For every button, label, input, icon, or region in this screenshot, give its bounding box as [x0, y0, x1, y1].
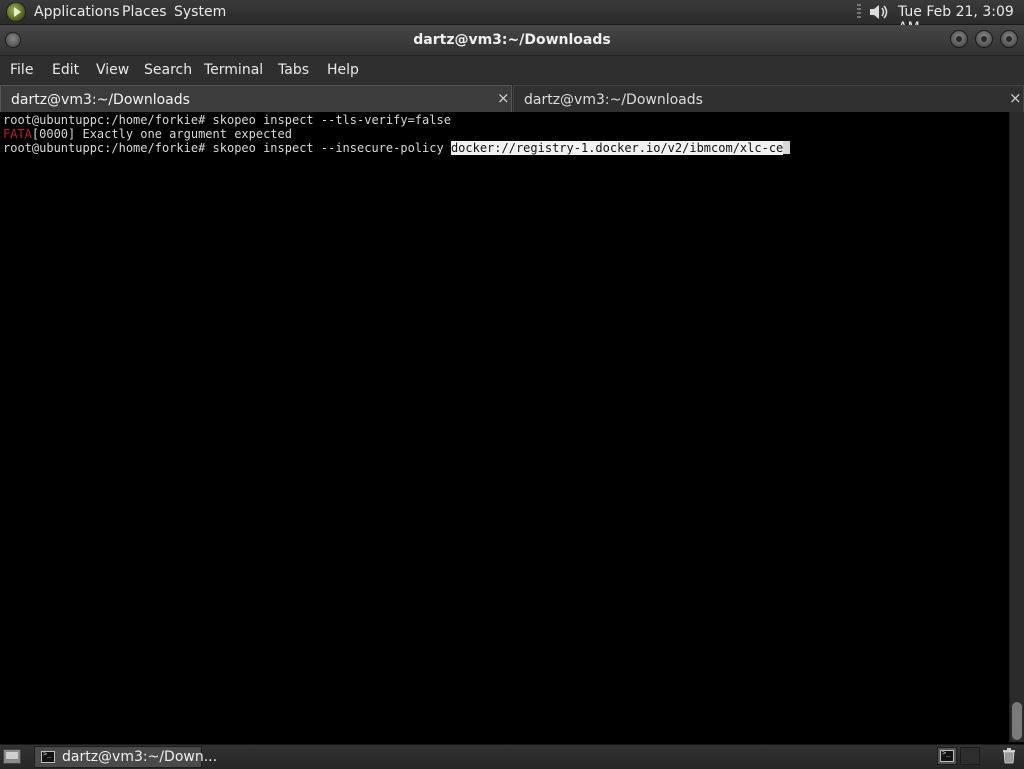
terminal-output[interactable]: root@ubuntuppc:/home/forkie# skopeo insp…: [0, 112, 1009, 742]
menu-tabs[interactable]: Tabs: [278, 62, 309, 78]
scrollbar-thumb[interactable]: [1012, 702, 1022, 740]
top-panel: Applications Places System Tue Feb 21, 3…: [0, 0, 1024, 36]
tab-downloads-1[interactable]: dartz@vm3:~/Downloads ×: [0, 85, 512, 112]
terminal-icon: [940, 749, 954, 762]
terminal-line: FATA[0000] Exactly one argument expected: [3, 127, 292, 141]
bottom-panel: dartz@vm3:~/Down...: [0, 744, 1024, 769]
tab-bar: dartz@vm3:~/Downloads × dartz@vm3:~/Down…: [0, 84, 1024, 112]
close-window-button[interactable]: [1000, 30, 1018, 48]
applications-menu[interactable]: Applications: [34, 4, 120, 20]
menubar: File Edit View Search Terminal Tabs Help: [0, 56, 1024, 84]
places-menu[interactable]: Places: [122, 4, 167, 20]
window-title: dartz@vm3:~/Downloads: [413, 32, 611, 48]
show-desktop-icon[interactable]: [3, 749, 21, 764]
workspace-2[interactable]: [960, 747, 980, 765]
menu-view[interactable]: View: [96, 62, 129, 78]
error-message: [0000] Exactly one argument expected: [31, 127, 292, 141]
menu-file[interactable]: File: [10, 62, 33, 78]
menu-help[interactable]: Help: [327, 62, 359, 78]
menu-terminal[interactable]: Terminal: [204, 62, 263, 78]
trash-icon[interactable]: [1002, 748, 1016, 764]
text-cursor: [783, 141, 791, 154]
tab-downloads-2[interactable]: dartz@vm3:~/Downloads ×: [513, 85, 1024, 112]
terminal-line: root@ubuntuppc:/home/forkie# skopeo insp…: [3, 113, 451, 127]
volume-icon[interactable]: [868, 3, 890, 21]
close-tab-icon[interactable]: ×: [497, 90, 510, 106]
tab-label: dartz@vm3:~/Downloads: [524, 92, 703, 108]
maximize-button[interactable]: [975, 30, 993, 48]
gnome-foot-icon[interactable]: [6, 2, 26, 22]
vertical-scrollbar[interactable]: [1009, 112, 1024, 742]
selected-text[interactable]: docker://registry-1.docker.io/v2/ibmcom/…: [450, 141, 784, 155]
menu-search[interactable]: Search: [144, 62, 192, 78]
workspace-1[interactable]: [937, 747, 957, 765]
terminal-line: root@ubuntuppc:/home/forkie# skopeo insp…: [3, 141, 791, 155]
taskbar-label: dartz@vm3:~/Down...: [62, 749, 218, 765]
error-tag: FATA: [3, 127, 32, 141]
close-tab-icon[interactable]: ×: [1009, 90, 1022, 106]
system-menu[interactable]: System: [174, 4, 226, 20]
window-titlebar[interactable]: dartz@vm3:~/Downloads: [0, 25, 1024, 56]
minimize-button[interactable]: [950, 30, 968, 48]
tab-label: dartz@vm3:~/Downloads: [11, 92, 190, 108]
terminal-window: dartz@vm3:~/Downloads File Edit View Sea…: [0, 25, 1024, 744]
terminal-icon: [41, 750, 55, 763]
command-prompt: root@ubuntuppc:/home/forkie# skopeo insp…: [3, 141, 451, 155]
menu-edit[interactable]: Edit: [52, 62, 79, 78]
panel-handle: [857, 4, 861, 20]
taskbar-window-button[interactable]: dartz@vm3:~/Down...: [34, 746, 217, 768]
